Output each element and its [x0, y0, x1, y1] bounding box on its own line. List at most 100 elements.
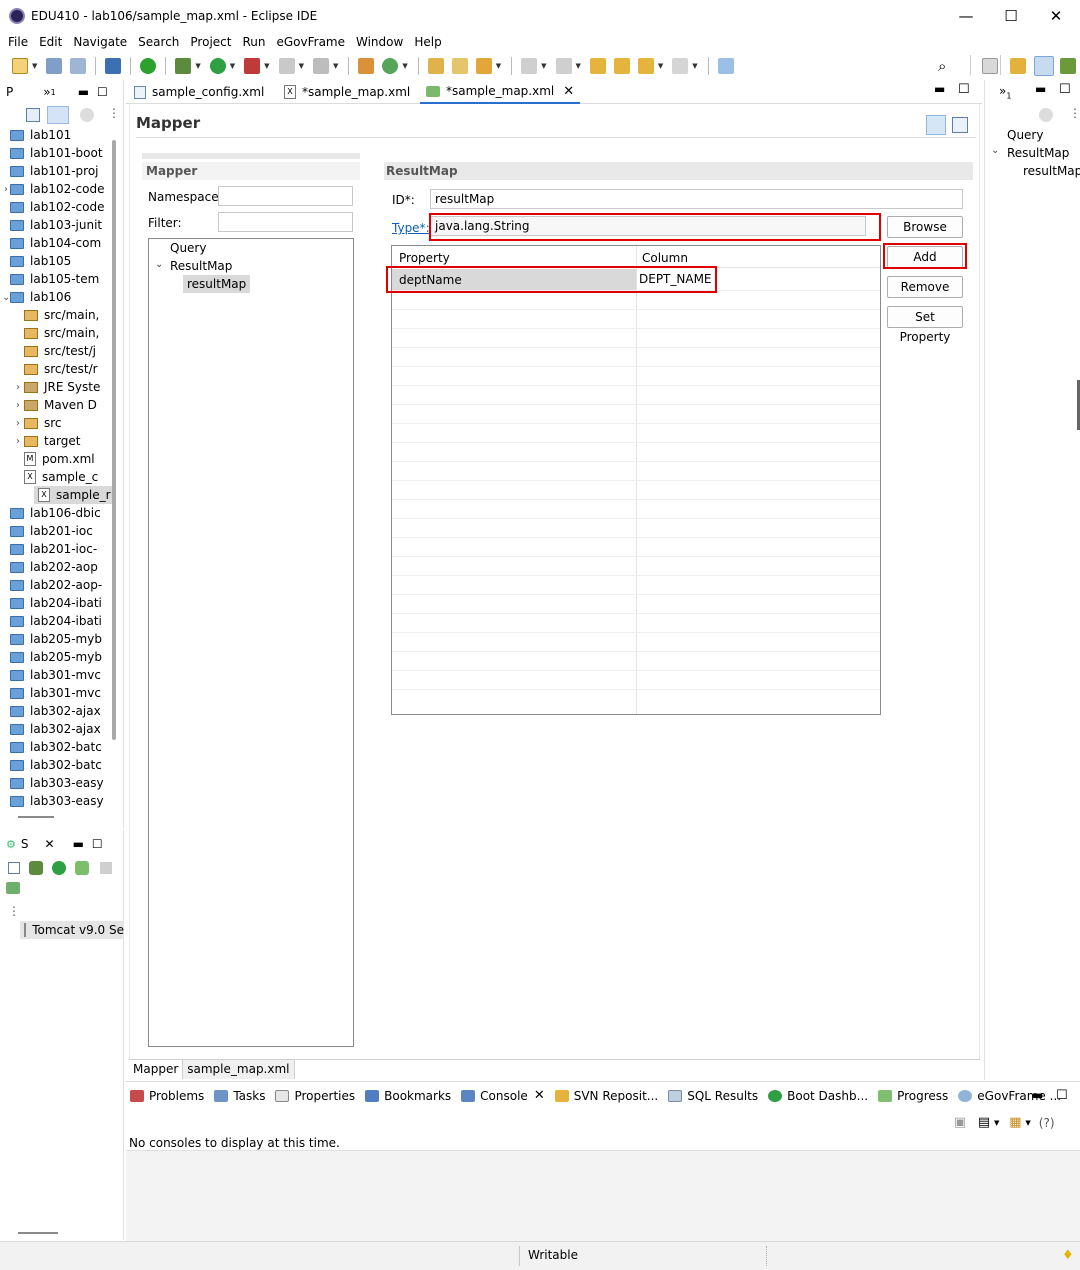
tab-source-page[interactable]: sample_map.xml [183, 1060, 295, 1079]
java-perspective-icon[interactable] [1010, 58, 1026, 74]
terminal-icon[interactable] [105, 58, 122, 74]
minimize-panel-icon[interactable]: ▬ [1032, 1088, 1043, 1102]
tree-item[interactable]: lab202-aop- [0, 576, 102, 594]
tree-item[interactable]: lab104-com [0, 234, 101, 252]
filter-icon[interactable] [80, 108, 94, 122]
chevron-right-icon[interactable]: › [12, 382, 24, 393]
tab-egovframe[interactable]: eGovFrame ... [958, 1089, 1061, 1103]
stop-server-icon[interactable] [100, 862, 112, 874]
package-icon[interactable] [358, 58, 375, 74]
tree-item[interactable]: › target [0, 432, 81, 450]
forward-icon[interactable] [672, 58, 689, 74]
property-cell[interactable]: deptName [399, 273, 462, 287]
outline-filter-icon[interactable] [1039, 108, 1053, 122]
tab-mapper-page[interactable]: Mapper [129, 1060, 184, 1079]
new-icon[interactable] [12, 58, 28, 74]
layout-horizontal-icon[interactable] [952, 117, 968, 133]
tree-item-query[interactable]: Query [170, 241, 206, 255]
chevron-right-icon[interactable]: › [2, 184, 10, 195]
menu-search[interactable]: Search [138, 35, 179, 49]
tree-item[interactable]: src/test/j [0, 342, 96, 360]
close-button[interactable]: ✕ [1033, 0, 1079, 32]
tree-item[interactable]: lab205-myb [0, 630, 102, 648]
tab-sample-map-source[interactable]: X *sample_map.xml [278, 80, 416, 104]
tree-item[interactable]: lab302-batc [0, 738, 102, 756]
tree-item-resultmap[interactable]: ResultMap [170, 259, 232, 273]
set-property-button[interactable]: Set Property [887, 306, 963, 344]
type-link[interactable]: Type*: [392, 221, 430, 235]
tree-item[interactable]: › lab102-code [0, 180, 104, 198]
tree-scrollbar[interactable] [112, 140, 116, 740]
browse-button[interactable]: Browse [887, 216, 963, 238]
tree-item[interactable]: lab106-dbic [0, 504, 101, 522]
tree-item[interactable]: lab204-ibati [0, 594, 102, 612]
chevron-right-icon[interactable]: › [12, 436, 24, 447]
tree-item[interactable]: lab101 [0, 126, 71, 144]
menu-help[interactable]: Help [414, 35, 441, 49]
tab-properties[interactable]: Properties [275, 1089, 355, 1103]
menu-egovframe[interactable]: eGovFrame [276, 35, 345, 49]
menu-file[interactable]: File [8, 35, 28, 49]
tree-item[interactable]: lab202-aop [0, 558, 98, 576]
open-console-icon[interactable]: ▦ [1007, 1115, 1023, 1130]
tree-item[interactable]: Xsample_r [34, 486, 112, 504]
outline-item-resultmap[interactable]: ResultMap [1007, 146, 1069, 160]
open-perspective-icon[interactable] [982, 58, 998, 74]
column-header-property[interactable]: Property [399, 251, 450, 265]
open-type-icon[interactable] [427, 58, 444, 74]
search-tool-icon[interactable] [475, 58, 492, 74]
view-overflow-chevron[interactable]: » [43, 85, 50, 99]
view-menu-icon[interactable]: ⋮ [108, 106, 120, 120]
tree-item[interactable]: lab201-ioc- [0, 540, 97, 558]
profile-server-icon[interactable] [75, 861, 89, 875]
tree-item[interactable]: src/test/r [0, 360, 98, 378]
menu-edit[interactable]: Edit [39, 35, 62, 49]
tip-lightbulb-icon[interactable]: ♦ [1062, 1248, 1074, 1263]
pin-console-icon[interactable]: ▣ [952, 1115, 968, 1130]
tree-item[interactable]: lab105-tem [0, 270, 99, 288]
tab-console[interactable]: Console ✕ [461, 1088, 545, 1103]
tree-item[interactable]: lab101-proj [0, 162, 99, 180]
maximize-servers-icon[interactable]: ☐ [92, 837, 103, 851]
filter-field[interactable] [218, 212, 353, 232]
search-icon[interactable]: ⌕ [938, 57, 946, 75]
outline-item-query[interactable]: Query [1007, 128, 1043, 142]
minimize-button[interactable]: — [943, 0, 989, 32]
outline-chevron-down-icon[interactable]: ⌄ [991, 145, 999, 156]
layout-vertical-icon[interactable] [926, 115, 946, 135]
menu-window[interactable]: Window [356, 35, 403, 49]
namespace-field[interactable] [218, 186, 353, 206]
outline-menu-icon[interactable]: ⋮ [1069, 106, 1080, 120]
maximize-button[interactable]: ☐ [988, 0, 1034, 32]
tree-item[interactable]: lab302-batc [0, 756, 102, 774]
chevron-right-icon[interactable]: › [12, 400, 24, 411]
tree-item[interactable]: Mpom.xml [0, 450, 95, 468]
tree-item[interactable]: lab302-ajax [0, 702, 101, 720]
server-item[interactable]: Tomcat v9.0 Se [20, 921, 124, 939]
tree-item[interactable]: lab101-boot [0, 144, 103, 162]
column-cell[interactable]: DEPT_NAME [639, 272, 712, 286]
debug-perspective-icon[interactable] [1060, 58, 1076, 74]
maximize-outline-icon[interactable]: ☐ [1059, 82, 1071, 97]
tree-item[interactable]: lab301-mvc [0, 684, 101, 702]
open-resource-icon[interactable] [451, 58, 468, 74]
help-icon[interactable]: (?) [1039, 1116, 1055, 1130]
tree-item[interactable]: lab301-mvc [0, 666, 101, 684]
publish-icon[interactable] [6, 882, 20, 894]
collapse-all-icon[interactable] [26, 108, 40, 122]
tree-item[interactable]: › JRE Syste [0, 378, 100, 396]
display-console-icon[interactable]: ▤ [976, 1115, 992, 1130]
tab-svn-repositories[interactable]: SVN Reposit... [554, 1089, 658, 1103]
menu-project[interactable]: Project [190, 35, 231, 49]
minimize-outline-icon[interactable]: ▬ [1035, 82, 1046, 96]
debug-icon[interactable] [175, 58, 192, 74]
tab-problems[interactable]: Problems [130, 1089, 204, 1103]
servers-tab[interactable]: S [21, 837, 29, 851]
external-tools-icon[interactable] [244, 58, 261, 74]
tree-item[interactable]: src/main, [0, 306, 99, 324]
add-button[interactable]: Add [887, 246, 963, 268]
table-row[interactable]: deptName [392, 269, 636, 290]
chevron-down-icon[interactable]: ⌄ [2, 292, 10, 303]
save-all-icon[interactable] [70, 58, 87, 74]
tree-item[interactable]: Xsample_c [0, 468, 98, 486]
